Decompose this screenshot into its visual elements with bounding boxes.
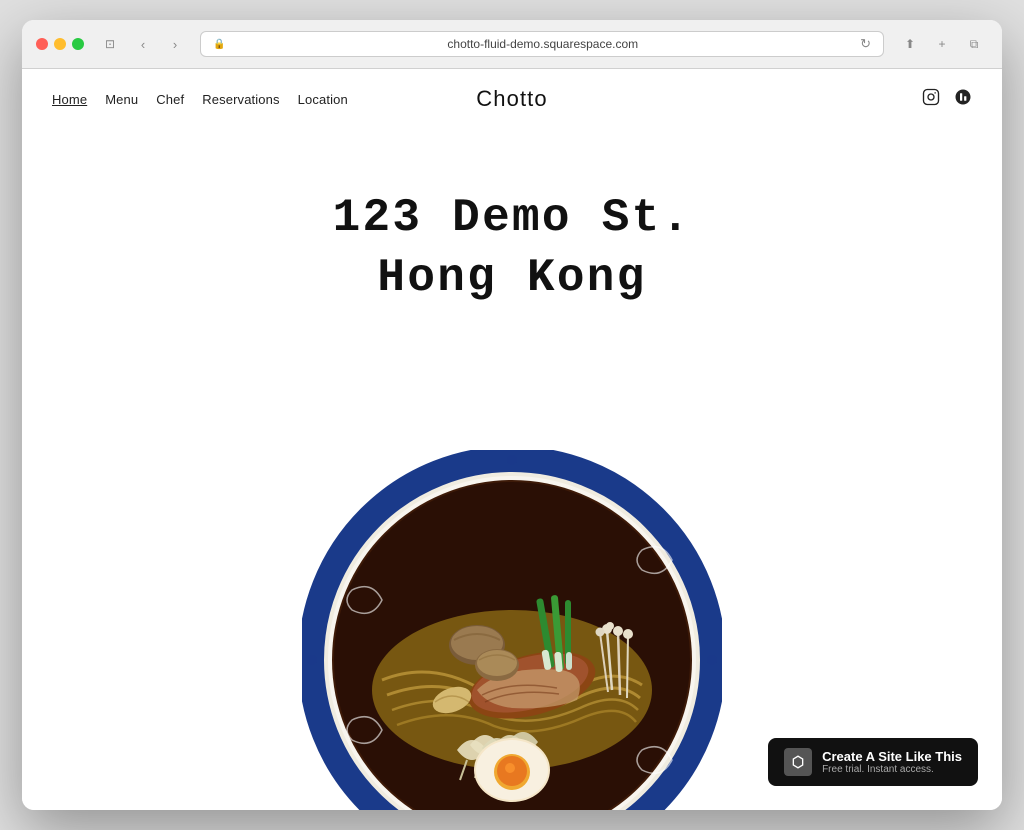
forward-button[interactable]: › bbox=[162, 31, 188, 57]
social-links bbox=[922, 88, 972, 111]
badge-main-text: Create A Site Like This bbox=[822, 749, 962, 764]
squarespace-icon bbox=[784, 748, 812, 776]
browser-navigation: ⊡ ‹ › bbox=[96, 30, 188, 58]
ramen-bowl-image bbox=[302, 450, 722, 810]
yelp-icon[interactable] bbox=[954, 88, 972, 111]
sidebar-toggle-button[interactable]: ⊡ bbox=[96, 30, 124, 58]
back-button[interactable]: ‹ bbox=[130, 31, 156, 57]
close-button[interactable] bbox=[36, 38, 48, 50]
address-line-2: Hong Kong bbox=[22, 249, 1002, 309]
main-content: 123 Demo St. Hong Kong bbox=[22, 129, 1002, 810]
traffic-lights bbox=[36, 38, 84, 50]
address-line-1: 123 Demo St. bbox=[22, 189, 1002, 249]
badge-text: Create A Site Like This Free trial. Inst… bbox=[822, 749, 962, 775]
website-content: Home Menu Chef Reservations Location Cho… bbox=[22, 69, 1002, 810]
badge-sub-text: Free trial. Instant access. bbox=[822, 764, 962, 775]
site-navigation: Home Menu Chef Reservations Location Cho… bbox=[22, 69, 1002, 129]
hero-address: 123 Demo St. Hong Kong bbox=[22, 129, 1002, 339]
reload-button[interactable]: ↻ bbox=[860, 36, 871, 52]
browser-actions: ⬆ + ⧉ bbox=[896, 30, 988, 58]
nav-links: Home Menu Chef Reservations Location bbox=[52, 92, 348, 107]
nav-home[interactable]: Home bbox=[52, 92, 87, 107]
tab-overview-button[interactable]: ⧉ bbox=[960, 30, 988, 58]
nav-menu[interactable]: Menu bbox=[105, 92, 138, 107]
browser-chrome: ⊡ ‹ › 🔒 chotto-fluid-demo.squarespace.co… bbox=[22, 20, 1002, 69]
new-tab-button[interactable]: + bbox=[928, 30, 956, 58]
lock-icon: 🔒 bbox=[213, 39, 225, 50]
share-button[interactable]: ⬆ bbox=[896, 30, 924, 58]
browser-window: ⊡ ‹ › 🔒 chotto-fluid-demo.squarespace.co… bbox=[22, 20, 1002, 810]
nav-reservations[interactable]: Reservations bbox=[202, 92, 279, 107]
nav-location[interactable]: Location bbox=[298, 92, 348, 107]
minimize-button[interactable] bbox=[54, 38, 66, 50]
site-title: Chotto bbox=[476, 86, 547, 112]
create-site-badge[interactable]: Create A Site Like This Free trial. Inst… bbox=[768, 738, 978, 786]
fullscreen-button[interactable] bbox=[72, 38, 84, 50]
address-bar[interactable]: 🔒 chotto-fluid-demo.squarespace.com ↻ bbox=[200, 31, 884, 57]
url-text: chotto-fluid-demo.squarespace.com bbox=[231, 37, 854, 51]
instagram-icon[interactable] bbox=[922, 88, 940, 111]
nav-chef[interactable]: Chef bbox=[156, 92, 184, 107]
